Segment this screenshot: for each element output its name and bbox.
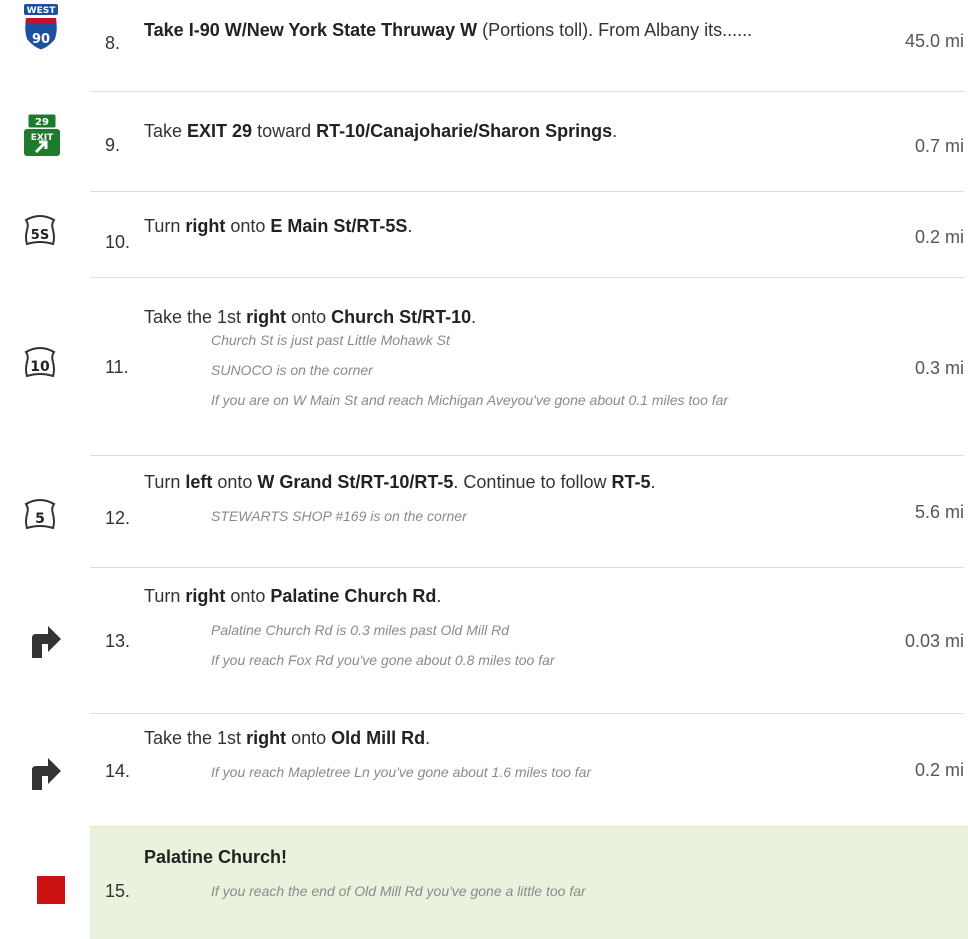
turn-right-arrow-icon	[30, 624, 62, 663]
step-distance: 0.03 mi	[904, 631, 964, 651]
direction-step-11[interactable]: 10 11. Take the 1st right onto Church St…	[0, 278, 968, 454]
step-distance: 5.6 mi	[914, 502, 964, 522]
step-note: Palatine Church Rd is 0.3 miles past Old…	[211, 622, 510, 638]
step-number: 8.	[105, 33, 121, 53]
step-note: Church St is just past Little Mohawk St	[211, 332, 450, 348]
route-5-shield-icon: 5	[21, 494, 59, 539]
step-instruction: Take the 1st right onto Church St/RT-10.	[144, 307, 477, 327]
step-note: If you reach Mapletree Ln you've gone ab…	[211, 764, 592, 780]
step-note: STEWARTS SHOP #169 is on the corner	[211, 508, 467, 524]
step-distance: 0.3 mi	[914, 358, 964, 378]
turn-right-arrow-icon	[30, 756, 62, 795]
direction-step-12[interactable]: 5 12. Turn left onto W Grand St/RT-10/RT…	[0, 456, 968, 566]
step-note: If you reach Fox Rd you've gone about 0.…	[211, 652, 555, 668]
step-number: 14.	[105, 761, 131, 781]
interstate-90-shield-icon: WEST 90	[22, 4, 60, 55]
step-instruction: Turn left onto W Grand St/RT-10/RT-5. Co…	[144, 472, 656, 492]
direction-step-9[interactable]: 29 EXIT 9. Take EXIT 29 toward RT-10/Can…	[0, 92, 968, 190]
step-number: 12.	[105, 508, 131, 528]
direction-step-15[interactable]: 15. Palatine Church! If you reach the en…	[0, 826, 968, 938]
svg-text:5S: 5S	[31, 228, 49, 243]
step-number: 11.	[105, 357, 129, 377]
route-10-shield-icon: 10	[21, 342, 59, 387]
step-distance: 0.2 mi	[914, 227, 964, 247]
step-note: If you reach the end of Old Mill Rd you'…	[211, 883, 586, 899]
svg-text:WEST: WEST	[27, 6, 57, 16]
step-note: If you are on W Main St and reach Michig…	[211, 392, 729, 408]
step-distance: 0.7 mi	[914, 136, 964, 156]
direction-step-10[interactable]: 5S 10. Turn right onto E Main St/RT-5S. …	[0, 192, 968, 276]
step-number: 15.	[105, 881, 131, 901]
exit-29-sign-icon: 29 EXIT	[24, 113, 60, 161]
step-instruction: Take the 1st right onto Old Mill Rd.	[144, 728, 431, 748]
step-number: 13.	[105, 631, 131, 651]
destination-marker-icon	[37, 876, 65, 909]
step-instruction: Turn right onto Palatine Church Rd.	[144, 586, 442, 606]
step-number: 9.	[105, 135, 121, 155]
svg-text:5: 5	[35, 511, 45, 527]
step-instruction: Take I-90 W/New York State Thruway W (Po…	[144, 20, 753, 40]
direction-step-14[interactable]: 14. Take the 1st right onto Old Mill Rd.…	[0, 714, 968, 825]
step-instruction: Turn right onto E Main St/RT-5S.	[144, 216, 413, 236]
step-note: SUNOCO is on the corner	[211, 362, 373, 378]
step-instruction: Take EXIT 29 toward RT-10/Canajoharie/Sh…	[144, 121, 618, 141]
step-distance: 0.2 mi	[914, 760, 964, 780]
step-instruction: Palatine Church!	[144, 847, 288, 867]
step-distance: 45.0 mi	[904, 31, 964, 51]
route-5s-shield-icon: 5S	[21, 210, 59, 255]
svg-text:10: 10	[30, 359, 50, 375]
direction-step-8[interactable]: WEST 90 8. Take I-90 W/New York State Th…	[0, 0, 968, 90]
svg-text:90: 90	[32, 32, 50, 47]
svg-text:29: 29	[35, 117, 49, 128]
direction-step-13[interactable]: 13. Turn right onto Palatine Church Rd. …	[0, 568, 968, 712]
step-number: 10.	[105, 232, 131, 252]
